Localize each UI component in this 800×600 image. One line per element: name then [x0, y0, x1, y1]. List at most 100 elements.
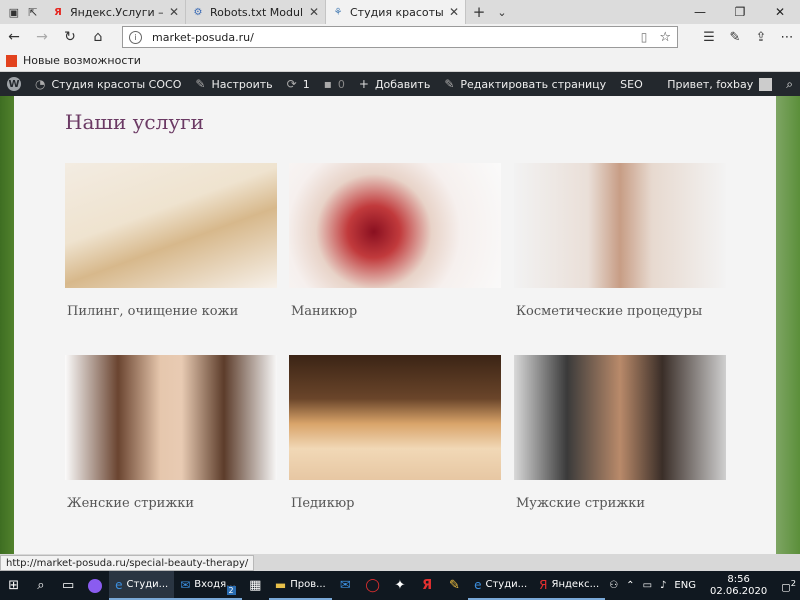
- services-section: Наши услуги Пилинг, очищение кожи Маникю…: [14, 96, 776, 554]
- refresh-button[interactable]: ↻: [56, 24, 84, 50]
- browser-toolbar: ☰ ✎ ⇪ ⋯: [696, 30, 800, 45]
- tray-chevron-icon[interactable]: ⌃: [622, 580, 638, 591]
- wp-edit-page[interactable]: ✎ Редактировать страницу: [437, 72, 613, 96]
- cosmetic-photo[interactable]: [514, 163, 726, 288]
- task-view-icon[interactable]: ▭: [55, 571, 82, 600]
- favorites-item[interactable]: Новые возможности: [23, 54, 141, 67]
- taskbar-app-edge-studio-2[interactable]: e Студи...: [468, 571, 534, 600]
- language-indicator[interactable]: ENG: [670, 580, 700, 591]
- wordpress-icon: W: [7, 77, 21, 91]
- page-title: Наши услуги: [65, 110, 204, 134]
- service-title[interactable]: Женские стрижки: [65, 496, 277, 511]
- tab-robots-module[interactable]: ⚙ Robots.txt Module | Semper ✕: [186, 0, 326, 24]
- service-card-cosmetic[interactable]: Косметические процедуры: [514, 163, 726, 319]
- start-button[interactable]: ⊞: [0, 571, 27, 600]
- favorite-star-icon[interactable]: ☆: [659, 30, 671, 45]
- outlook-icon[interactable]: ✉: [332, 571, 359, 600]
- search-icon[interactable]: ⌕: [27, 571, 54, 600]
- opera-icon[interactable]: ◯: [359, 571, 386, 600]
- yandex-browser-icon: Я: [539, 577, 548, 592]
- notifications-icon[interactable]: ▢2: [777, 578, 800, 593]
- forward-button[interactable]: →: [28, 24, 56, 50]
- wp-updates[interactable]: ⟳ 1: [280, 72, 317, 96]
- network-icon[interactable]: ▭: [639, 580, 656, 591]
- wp-seo[interactable]: SEO: [613, 72, 650, 96]
- minimize-button[interactable]: —: [680, 0, 720, 24]
- mens-haircut-photo[interactable]: [514, 355, 726, 480]
- service-card-manicure[interactable]: Маникюр: [289, 163, 501, 319]
- pinned-app-icon[interactable]: ✦: [386, 571, 413, 600]
- service-card-mens-haircut[interactable]: Мужские стрижки: [514, 355, 726, 511]
- navigation-bar: ← → ↻ ⌂ i market-posuda.ru/ ▯ ☆ ☰ ✎ ⇪ ⋯: [0, 24, 800, 50]
- yandex-icon[interactable]: Я: [414, 571, 441, 600]
- system-tray: ⚇ ⌃ ▭ ♪ ENG 8:56 02.06.2020 ▢2: [605, 571, 800, 600]
- peeling-photo[interactable]: [65, 163, 277, 288]
- share-icon[interactable]: ⇪: [748, 30, 774, 45]
- tab-list-chevron-icon[interactable]: ⌄: [492, 0, 512, 24]
- new-tab-button[interactable]: +: [466, 0, 492, 24]
- people-icon[interactable]: ⚇: [605, 580, 622, 591]
- taskbar-app-edge-studio[interactable]: e Студи...: [109, 571, 175, 600]
- service-title[interactable]: Мужские стрижки: [514, 496, 726, 511]
- service-title[interactable]: Маникюр: [289, 304, 501, 319]
- updates-icon: ⟳: [286, 77, 297, 91]
- site-icon: ⚘: [333, 6, 343, 18]
- close-tab-icon[interactable]: ✕: [309, 5, 319, 19]
- status-url-tooltip: http://market-posuda.ru/special-beauty-t…: [0, 555, 255, 571]
- clock[interactable]: 8:56 02.06.2020: [700, 574, 777, 598]
- wp-account-menu[interactable]: Привет, foxbay: [660, 72, 779, 96]
- favorites-hub-icon[interactable]: ☰: [696, 30, 722, 45]
- service-card-peeling[interactable]: Пилинг, очищение кожи: [65, 163, 277, 319]
- gear-icon: ⚙: [193, 6, 203, 18]
- browser-tab-strip: ▣ ⇱ Я Яндекс.Услуги — поиск усл ✕ ⚙ Robo…: [0, 0, 800, 24]
- home-button[interactable]: ⌂: [84, 24, 112, 50]
- close-tab-icon[interactable]: ✕: [449, 5, 459, 19]
- tab-set-aside-icon[interactable]: ⇱: [28, 6, 37, 19]
- wp-add-new[interactable]: + Добавить: [352, 72, 437, 96]
- service-card-pedicure[interactable]: Педикюр: [289, 355, 501, 511]
- volume-icon[interactable]: ♪: [656, 580, 670, 591]
- service-title[interactable]: Педикюр: [289, 496, 501, 511]
- more-menu-icon[interactable]: ⋯: [774, 30, 800, 45]
- wp-search[interactable]: ⌕: [779, 72, 800, 96]
- folder-icon: ▬: [274, 577, 287, 592]
- tab-yandex-services[interactable]: Я Яндекс.Услуги — поиск усл ✕: [46, 0, 186, 24]
- wp-site-name[interactable]: ◔ Студия красоты COCO: [28, 72, 188, 96]
- wp-comments[interactable]: ▪ 0: [317, 72, 352, 96]
- service-title[interactable]: Пилинг, очищение кожи: [65, 304, 277, 319]
- tab-beauty-studio[interactable]: ⚘ Студия красоты COCO ✕: [326, 0, 466, 24]
- store-icon[interactable]: ▦: [242, 571, 269, 600]
- service-title[interactable]: Косметические процедуры: [514, 304, 726, 319]
- edge-icon: e: [474, 577, 482, 592]
- mail-count-badge: 2: [226, 586, 236, 595]
- wp-customize[interactable]: ✎ Настроить: [188, 72, 279, 96]
- womens-haircut-photo[interactable]: [65, 355, 277, 480]
- service-card-womens-haircut[interactable]: Женские стрижки: [65, 355, 277, 511]
- tab-preview-icon[interactable]: ▣: [9, 6, 19, 19]
- url-text[interactable]: market-posuda.ru/: [152, 31, 635, 44]
- taskbar-app-explorer[interactable]: ▬ Пров...: [268, 571, 332, 600]
- address-bar[interactable]: i market-posuda.ru/ ▯ ☆: [122, 26, 678, 48]
- site-info-icon[interactable]: i: [129, 30, 142, 44]
- mail-icon: ✉: [180, 577, 191, 592]
- edge-icon: e: [115, 577, 123, 592]
- paint-icon[interactable]: ✎: [441, 571, 468, 600]
- taskbar-app-yandex-browser[interactable]: Я Яндекс...: [533, 571, 606, 600]
- restore-button[interactable]: ❐: [720, 0, 760, 24]
- wp-logo-menu[interactable]: W: [0, 72, 28, 96]
- wp-user-area: Привет, foxbay ⌕: [660, 72, 800, 96]
- pencil-icon: ✎: [444, 77, 455, 91]
- manicure-photo[interactable]: [289, 163, 501, 288]
- windows-taskbar: ⊞ ⌕ ▭ e Студи... ✉ Входя... 2 ▦ ▬ Пров..…: [0, 571, 800, 600]
- notes-pen-icon[interactable]: ✎: [722, 30, 748, 45]
- pedicure-photo[interactable]: [289, 355, 501, 480]
- comment-icon: ▪: [323, 77, 332, 91]
- close-window-button[interactable]: ✕: [760, 0, 800, 24]
- taskbar-app-mail[interactable]: ✉ Входя... 2: [174, 571, 242, 600]
- search-icon: ⌕: [786, 76, 793, 91]
- back-button[interactable]: ←: [0, 24, 28, 50]
- window-controls: — ❐ ✕: [680, 0, 800, 24]
- reading-view-icon[interactable]: ▯: [641, 30, 648, 44]
- close-tab-icon[interactable]: ✕: [169, 5, 179, 19]
- alice-assistant-icon[interactable]: [82, 571, 109, 600]
